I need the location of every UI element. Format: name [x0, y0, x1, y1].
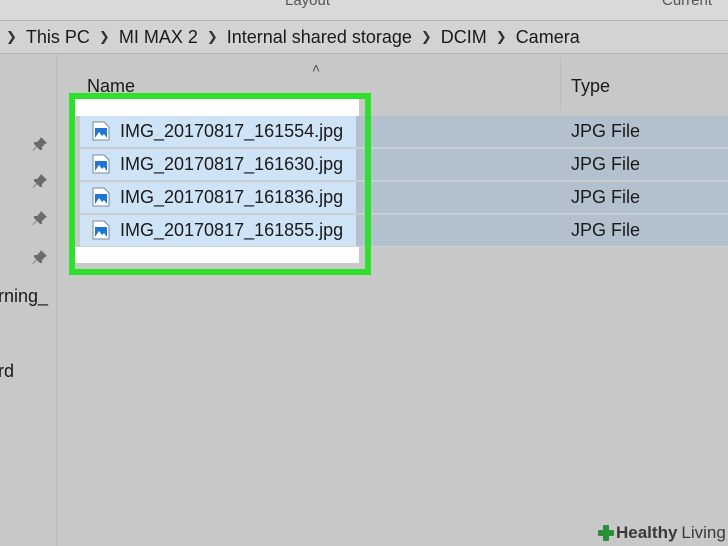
breadcrumb-dcim[interactable]: DCIM [441, 27, 487, 48]
tab-layout[interactable]: Layout [285, 0, 330, 9]
file-row[interactable]: IMG_20170817_161855.jpg JPG File [80, 215, 728, 247]
chevron-right-icon: ❯ [6, 29, 17, 44]
highlight-fill [75, 247, 359, 263]
highlight-fill [75, 99, 359, 116]
breadcrumb-camera[interactable]: Camera [516, 27, 580, 48]
file-type: JPG File [571, 154, 641, 174]
watermark-brand: Healthy [616, 523, 678, 542]
chevron-right-icon[interactable]: ❯ [496, 29, 507, 45]
file-type: JPG File [571, 121, 641, 141]
image-file-icon [92, 121, 110, 141]
breadcrumb-storage[interactable]: Internal shared storage [227, 27, 412, 48]
image-file-icon [92, 154, 110, 174]
pin-icon[interactable] [32, 136, 48, 152]
pin-icon[interactable] [32, 249, 48, 265]
sort-caret-icon: ˄ [312, 60, 321, 76]
breadcrumb-this-pc[interactable]: This PC [26, 27, 90, 48]
navigation-pane: rning_ rd [0, 54, 56, 546]
breadcrumb[interactable]: ❯ This PC ❯ MI MAX 2 ❯ Internal shared s… [0, 21, 728, 54]
image-file-icon [92, 220, 110, 240]
file-row[interactable]: IMG_20170817_161836.jpg JPG File [80, 182, 728, 214]
chevron-right-icon[interactable]: ❯ [421, 29, 432, 45]
file-name[interactable]: IMG_20170817_161630.jpg [120, 154, 343, 175]
column-header-type[interactable]: Type [571, 76, 610, 97]
ribbon-strip: Layout Current [0, 0, 728, 21]
pin-icon[interactable] [32, 210, 48, 226]
file-name[interactable]: IMG_20170817_161554.jpg [120, 121, 343, 142]
file-type: JPG File [571, 220, 641, 240]
file-name[interactable]: IMG_20170817_161855.jpg [120, 220, 343, 241]
plus-logo-icon [598, 525, 614, 541]
chevron-right-icon[interactable]: ❯ [99, 29, 110, 45]
nav-item-learning[interactable]: rning_ [0, 286, 48, 307]
pane-divider[interactable] [56, 54, 57, 546]
chevron-right-icon[interactable]: ❯ [207, 29, 218, 45]
healthy-living-watermark: Healthy Living [596, 522, 726, 544]
nav-item-rd[interactable]: rd [0, 361, 14, 382]
column-header-name[interactable]: Name [87, 76, 135, 97]
breadcrumb-device[interactable]: MI MAX 2 [119, 27, 198, 48]
column-separator[interactable] [560, 58, 561, 110]
tab-current[interactable]: Current [662, 0, 712, 9]
file-type: JPG File [571, 187, 641, 207]
file-row[interactable]: IMG_20170817_161554.jpg JPG File [80, 116, 728, 148]
pin-icon[interactable] [32, 173, 48, 189]
file-row[interactable]: IMG_20170817_161630.jpg JPG File [80, 149, 728, 181]
image-file-icon [92, 187, 110, 207]
file-name[interactable]: IMG_20170817_161836.jpg [120, 187, 343, 208]
watermark-suffix: Living [681, 523, 726, 542]
